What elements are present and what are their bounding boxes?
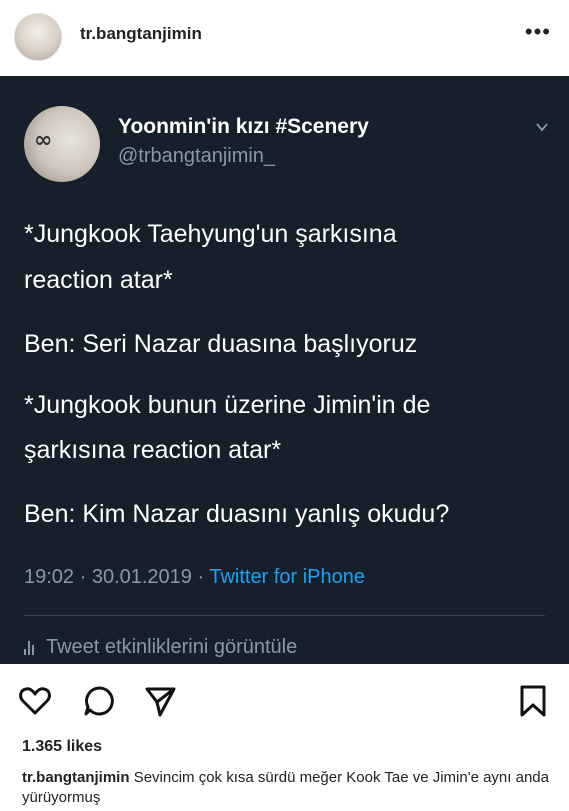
share-icon[interactable] xyxy=(143,684,177,718)
post-actions xyxy=(0,684,569,726)
tweet-line: *Jungkook Taehyung'un şarkısına xyxy=(24,220,397,248)
heart-icon[interactable] xyxy=(18,684,52,718)
caption-username[interactable]: tr.bangtanjimin xyxy=(22,769,130,786)
more-options-icon[interactable]: ••• xyxy=(525,21,551,43)
tweet-line: şarkısına reaction atar* xyxy=(24,436,282,464)
likes-count[interactable]: 1.365 likes xyxy=(22,738,102,756)
tweet-screenshot: ∞​ Yoonmin'in kızı #Scenery @trbangtanji… xyxy=(0,76,569,664)
post-header: tr.bangtanjimin ••• xyxy=(0,0,569,72)
post-username[interactable]: tr.bangtanjimin xyxy=(80,24,202,44)
bookmark-icon[interactable] xyxy=(516,684,550,718)
tweet-line: reaction atar* xyxy=(24,266,173,294)
comment-icon[interactable] xyxy=(82,684,116,718)
tweet-timestamp: 19:02 · 30.01.2019 · Twitter for iPhone xyxy=(24,566,365,589)
tweet-handle: @trbangtanjimin_ xyxy=(118,145,276,167)
post-caption: tr.bangtanjimin Sevincim çok kısa sürdü … xyxy=(22,768,552,808)
tweet-line: Ben: Kim Nazar duasını yanlış okudu? xyxy=(24,500,450,528)
tweet-avatar: ∞​ xyxy=(24,106,100,182)
tweet-activity-label: Tweet etkinliklerini görüntüle xyxy=(46,636,298,658)
tweet-line: *Jungkook bunun üzerine Jimin'in de xyxy=(24,391,431,419)
divider xyxy=(24,615,545,616)
tweet-line: Ben: Seri Nazar duasına başlıyoruz xyxy=(24,330,418,358)
tweet-source-link: Twitter for iPhone xyxy=(209,566,365,588)
chevron-down-icon xyxy=(536,123,548,132)
avatar-doodle: ∞​ xyxy=(34,128,53,153)
tweet-activity: Tweet etkinliklerini görüntüle xyxy=(24,636,297,659)
activity-chart-icon xyxy=(24,640,34,655)
profile-avatar[interactable] xyxy=(14,13,62,61)
tweet-display-name: Yoonmin'in kızı #Scenery xyxy=(118,115,369,138)
tweet-time: 19:02 · 30.01.2019 · xyxy=(24,566,210,588)
